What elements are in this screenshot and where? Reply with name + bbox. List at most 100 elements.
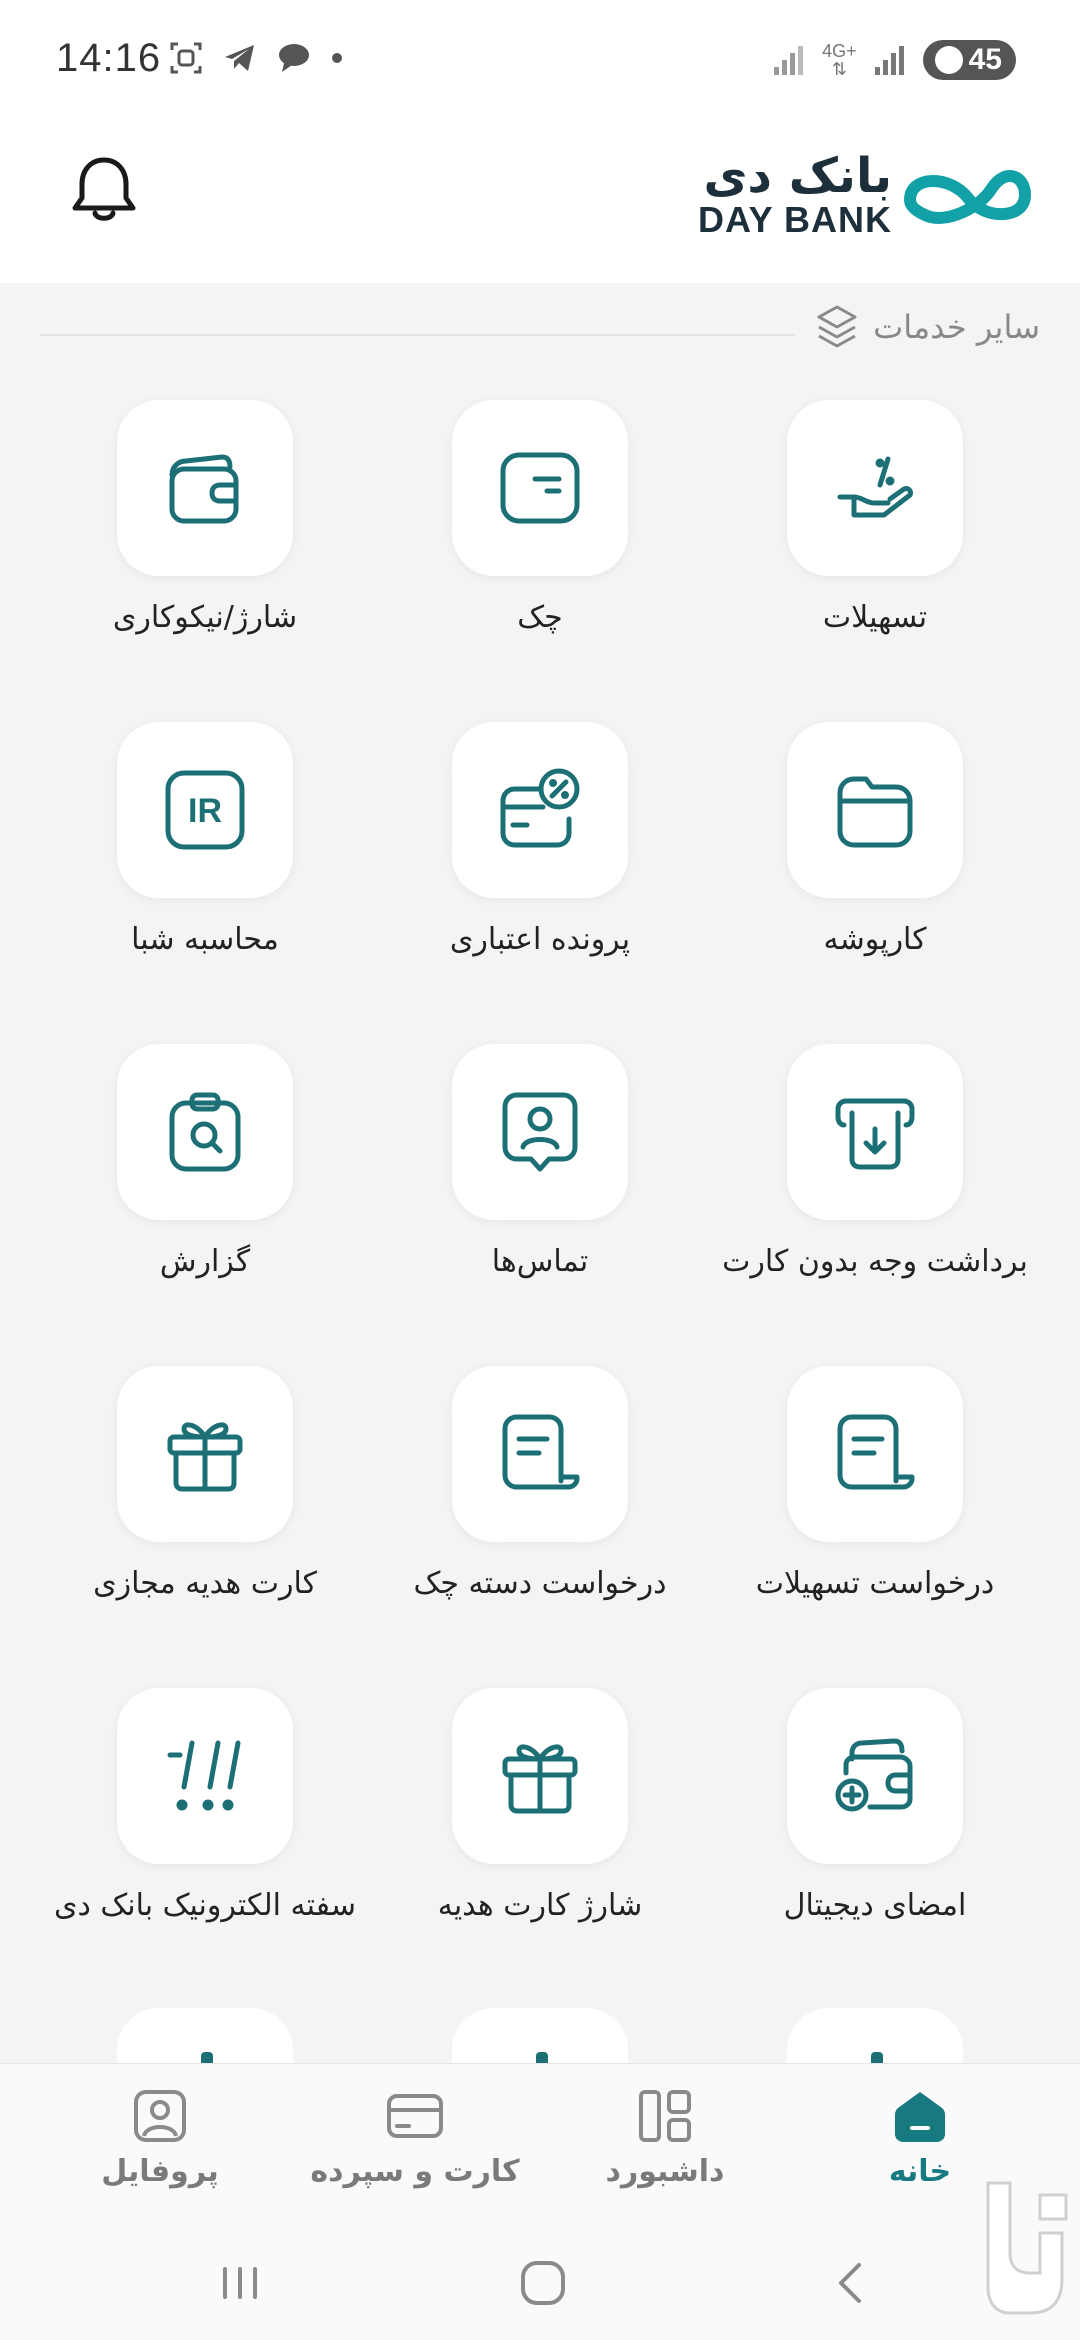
section-header: سایر خدمات <box>815 303 1040 351</box>
dashboard-icon <box>639 2090 691 2142</box>
system-icons: 4G+ ⇅ 45 <box>772 40 1016 80</box>
service-tile[interactable] <box>787 1366 963 1542</box>
service-tile-partial[interactable] <box>117 2008 293 2068</box>
service-tile-partial[interactable] <box>787 2008 963 2068</box>
contacts-icon <box>502 1092 578 1172</box>
notification-icons <box>168 40 344 76</box>
service-tile[interactable] <box>787 400 963 576</box>
signal-icon <box>774 46 804 75</box>
telegram-icon <box>225 45 254 71</box>
service-label: تسهیلات <box>822 600 928 635</box>
signal-icon-2 <box>874 46 904 75</box>
status-time: 14:16 <box>56 36 162 80</box>
credit-file-icon <box>500 768 580 848</box>
service-tile[interactable]: IR <box>117 722 293 898</box>
nav-label: خانه <box>888 2154 952 2189</box>
status-bar: 14:16 4G+ ⇅ 45 <box>0 0 1080 125</box>
service-label: کارپوشه <box>823 922 927 957</box>
card-icon <box>387 2094 443 2138</box>
service-label: چک <box>517 600 563 635</box>
wallet-icon <box>169 454 239 524</box>
nav-profile[interactable]: پروفایل <box>50 2086 270 2189</box>
service-tile[interactable] <box>117 1688 293 1864</box>
folder-icon <box>837 776 913 848</box>
report-icon <box>169 1092 241 1172</box>
notification-bell-icon[interactable] <box>64 150 144 230</box>
service-tile[interactable] <box>787 722 963 898</box>
system-navigation-bar <box>0 2233 1080 2340</box>
gift-icon <box>167 1422 243 1492</box>
promissory-note-icon <box>167 1740 241 1811</box>
service-charge[interactable]: شارژ/نیکوکاری <box>40 400 370 660</box>
service-tile[interactable] <box>787 1044 963 1220</box>
service-label: درخواست تسهیلات <box>755 1566 995 1601</box>
chequebook-request-icon <box>502 1414 580 1490</box>
back-icon[interactable] <box>825 2255 875 2311</box>
service-chequebook-request[interactable]: درخواست دسته چک <box>375 1366 705 1626</box>
service-credit-file[interactable]: پرونده اعتباری <box>375 722 705 982</box>
nav-dashboard[interactable]: داشبورد <box>555 2086 775 2189</box>
logo-english-text: DAY BANK <box>697 199 892 240</box>
battery-indicator: 45 <box>922 40 1016 80</box>
bottom-navigation: خانه داشبورد کارت و سپرده پروفایل <box>0 2063 1080 2234</box>
home-icon <box>895 2092 945 2142</box>
service-electronic-promissory-note[interactable]: سفته الکترونیک بانک دی <box>40 1688 370 1948</box>
chat-icon <box>279 44 309 72</box>
service-kartpooshe[interactable]: کارپوشه <box>710 722 1040 982</box>
service-label: تماس‌ها <box>491 1244 589 1279</box>
service-label: برداشت وجه بدون کارت <box>722 1244 1028 1279</box>
day-bank-logo: بانک دی DAY BANK <box>698 150 1040 240</box>
service-label: شارژ/نیکوکاری <box>112 600 298 635</box>
service-tile[interactable] <box>452 1688 628 1864</box>
service-label: شارژ کارت هدیه <box>437 1888 643 1923</box>
iban-ir-icon: IR <box>165 770 245 850</box>
service-label: محاسبه شبا <box>131 922 279 957</box>
service-cheque[interactable]: چک <box>375 400 705 660</box>
logo-mark-icon <box>904 170 1031 224</box>
layers-icon <box>817 305 857 348</box>
service-gift-card-charge[interactable]: شارژ کارت هدیه <box>375 1688 705 1948</box>
profile-icon <box>134 2090 186 2142</box>
service-label: درخواست دسته چک <box>413 1566 667 1601</box>
service-label: گزارش <box>159 1244 251 1279</box>
service-tile[interactable] <box>452 1366 628 1542</box>
service-tile[interactable] <box>117 1044 293 1220</box>
nav-card-deposit[interactable]: کارت و سپرده <box>305 2086 525 2189</box>
section-title: سایر خدمات <box>873 308 1040 346</box>
battery-saver-icon <box>934 46 963 74</box>
service-iban-calc[interactable]: IR محاسبه شبا <box>40 722 370 982</box>
service-tile[interactable] <box>117 1366 293 1542</box>
service-digital-signature[interactable]: امضای دیجیتال <box>710 1688 1040 1948</box>
nav-home[interactable]: خانه <box>810 2086 1030 2189</box>
home-button-icon[interactable] <box>515 2255 571 2311</box>
service-tile[interactable] <box>452 1044 628 1220</box>
service-loans[interactable]: تسهیلات <box>710 400 1040 660</box>
loan-hand-icon <box>837 456 913 518</box>
service-tile[interactable] <box>452 722 628 898</box>
section-divider <box>40 334 795 336</box>
nav-label: کارت و سپرده <box>310 2154 520 2189</box>
service-label: امضای دیجیتال <box>783 1888 967 1923</box>
service-virtual-gift-card[interactable]: کارت هدیه مجازی <box>40 1366 370 1626</box>
svg-text:IR: IR <box>188 792 222 830</box>
service-label: پرونده اعتباری <box>449 922 631 957</box>
service-label: سفته الکترونیک بانک دی <box>54 1888 356 1923</box>
service-cardless[interactable]: برداشت وجه بدون کارت <box>710 1044 1040 1304</box>
service-tile-partial[interactable] <box>452 2008 628 2068</box>
cardless-withdraw-icon <box>835 1098 915 1170</box>
service-report[interactable]: گزارش <box>40 1044 370 1304</box>
network-type: 4G+ ⇅ <box>822 41 857 79</box>
service-tile[interactable] <box>117 400 293 576</box>
service-contacts[interactable]: تماس‌ها <box>375 1044 705 1304</box>
service-tile[interactable] <box>452 400 628 576</box>
service-label: کارت هدیه مجازی <box>93 1566 317 1601</box>
service-tile[interactable] <box>787 1688 963 1864</box>
service-loan-request[interactable]: درخواست تسهیلات <box>710 1366 1040 1626</box>
digital-signature-icon <box>835 1738 913 1812</box>
cheque-icon <box>500 452 580 524</box>
recent-apps-icon[interactable] <box>215 2255 265 2311</box>
loan-request-icon <box>837 1414 915 1490</box>
screen-capture-icon <box>170 42 202 74</box>
nav-label: پروفایل <box>101 2154 219 2189</box>
logo-persian-text: بانک دی <box>703 148 892 204</box>
